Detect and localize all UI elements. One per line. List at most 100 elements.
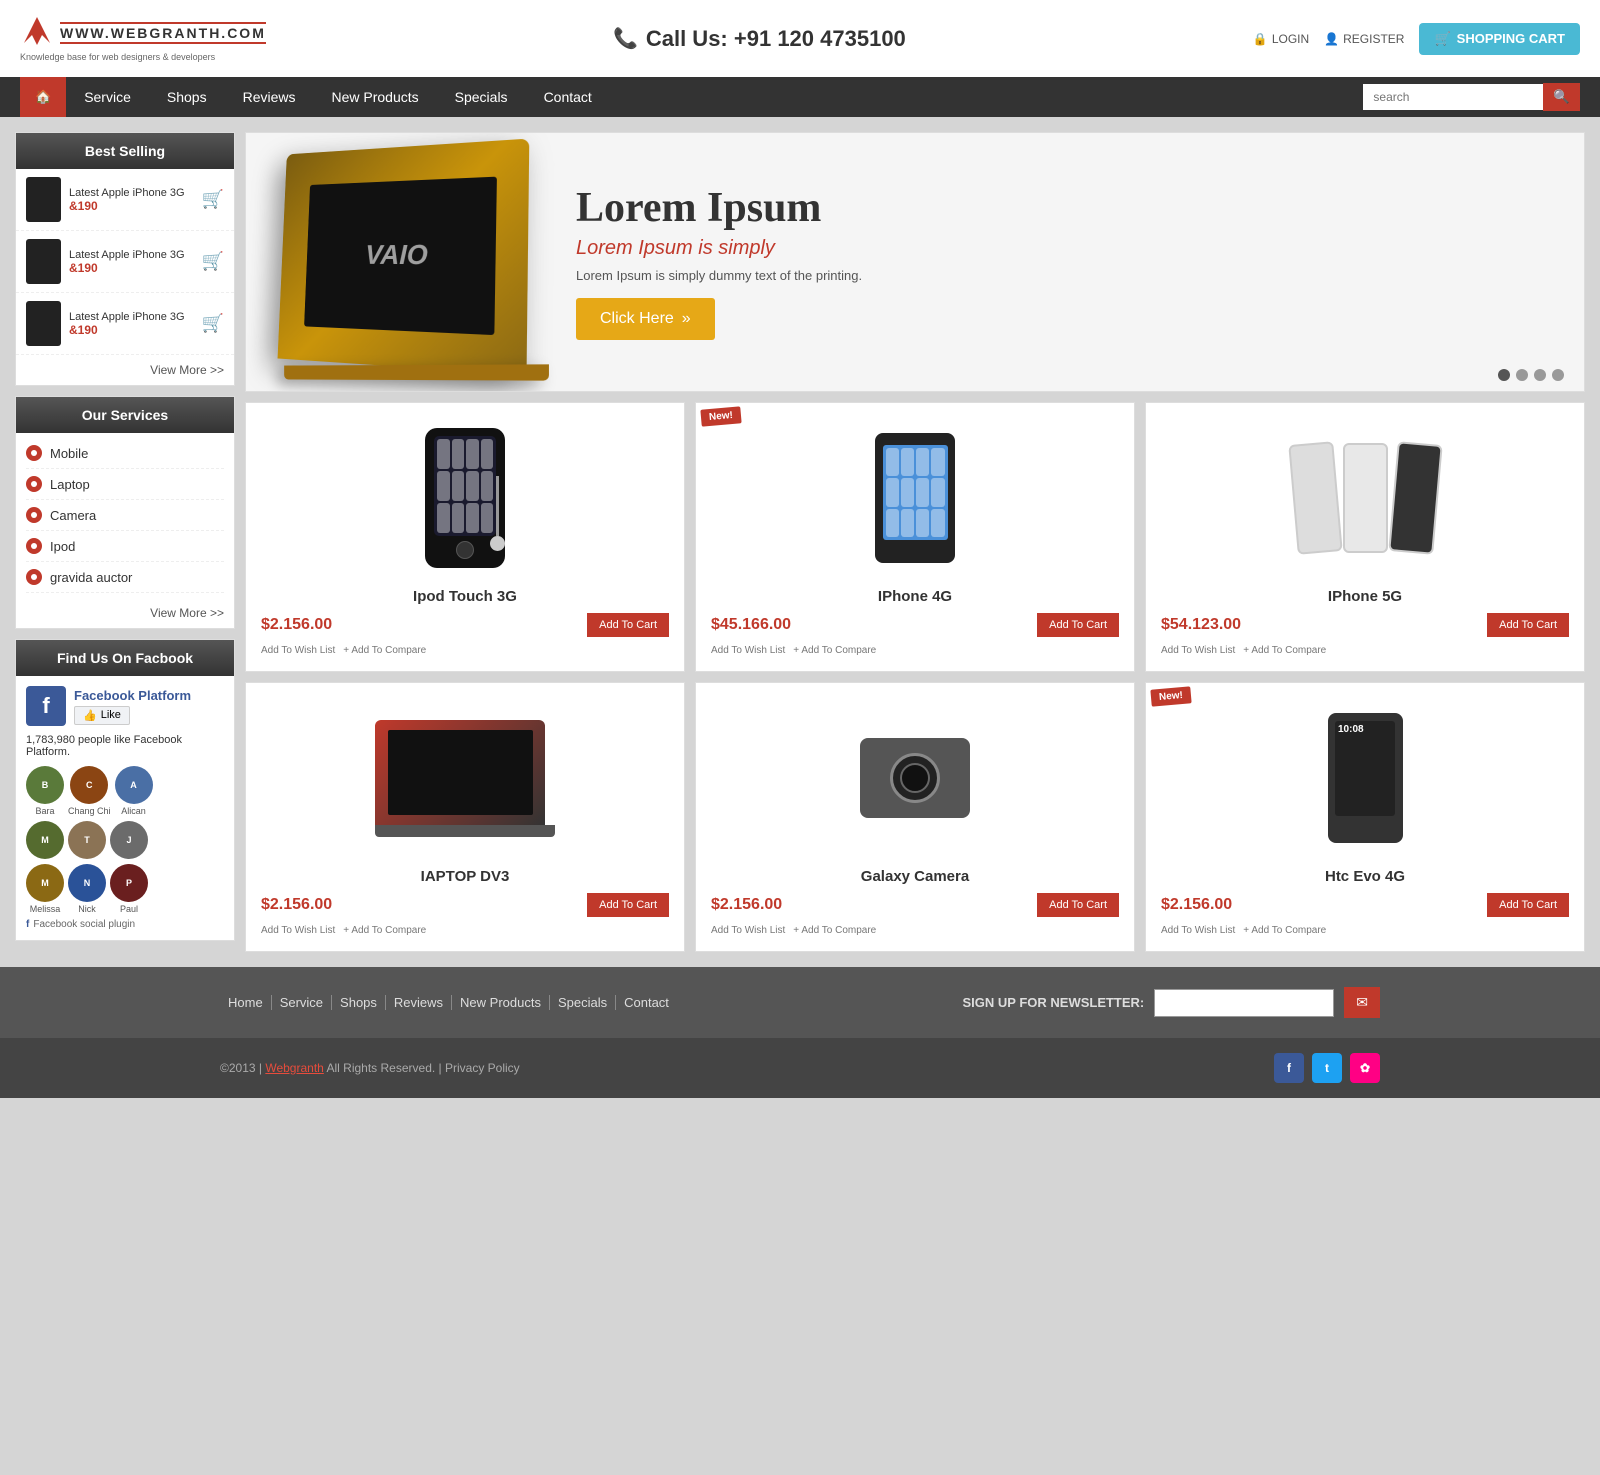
hero-dot-2[interactable] [1516,369,1528,381]
copyright-text: ©2013 | Webgranth All Rights Reserved. |… [220,1061,520,1075]
social-icons: f t ✿ [1274,1053,1380,1083]
home-icon: 🏠 [35,89,51,104]
hero-dot-3[interactable] [1534,369,1546,381]
site-logo[interactable]: WWW.WEBGRANTH.COM Knowledge base for web… [20,15,266,62]
nav-item-shops[interactable]: Shops [149,77,225,117]
wishlist-link[interactable]: Add To Wish List [711,925,785,936]
flickr-social-icon[interactable]: ✿ [1350,1053,1380,1083]
nav-item-new-products[interactable]: New Products [313,77,436,117]
hero-dot-4[interactable] [1552,369,1564,381]
hero-cta-button[interactable]: Click Here » [576,298,715,340]
product-card-laptop: IAPTOP DV3 $2.156.00 Add To Cart Add To … [245,682,685,952]
search-area: 🔍 [1363,83,1580,111]
footer-link-home[interactable]: Home [220,995,272,1010]
product-price-row: $2.156.00 Add To Cart [261,893,669,917]
product-card-iphone5: IPhone 5G $54.123.00 Add To Cart Add To … [1145,402,1585,672]
compare-link[interactable]: + Add To Compare [793,925,876,936]
add-to-cart-button[interactable]: Add To Cart [1037,613,1119,637]
login-link[interactable]: 🔒 LOGIN [1253,32,1309,46]
service-item-gravida[interactable]: gravida auctor [26,562,224,593]
sidebar: Best Selling Latest Apple iPhone 3G &190… [15,132,235,952]
product-image-laptop [261,698,669,858]
add-to-cart-button[interactable]: Add To Cart [1037,893,1119,917]
nav-item-contact[interactable]: Contact [526,77,610,117]
product-price-row: $2.156.00 Add To Cart [711,893,1119,917]
compare-link[interactable]: + Add To Compare [793,645,876,656]
register-link[interactable]: 👤 REGISTER [1324,32,1404,46]
wishlist-link[interactable]: Add To Wish List [1161,645,1235,656]
wishlist-link[interactable]: Add To Wish List [1161,925,1235,936]
add-to-cart-icon[interactable]: 🛒 [202,313,224,334]
fb-avatars-row3: M Melissa N Nick P Paul [26,864,224,914]
nav-home-button[interactable]: 🏠 [20,77,66,117]
product-info: Latest Apple iPhone 3G &190 [69,187,194,213]
product-card-iphone4: New! IPhone 4G $45.166.00 Add To Cart [695,402,1135,672]
compare-link[interactable]: + Add To Compare [1243,645,1326,656]
nav-item-specials[interactable]: Specials [437,77,526,117]
product-image-htc: 10:08 [1161,698,1569,858]
fb-plugin-label: f Facebook social plugin [26,919,224,930]
wishlist-link[interactable]: Add To Wish List [261,925,335,936]
new-product-badge: New! [1150,686,1191,706]
facebook-box: f Facebook Platform 👍 Like 1,783,980 peo… [16,676,234,940]
footer-link-service[interactable]: Service [272,995,332,1010]
footer-link-new-products[interactable]: New Products [452,995,550,1010]
iphone5-visual [1293,443,1438,553]
add-to-cart-button[interactable]: Add To Cart [587,893,669,917]
product-actions: Add To Wish List + Add To Compare [261,645,669,656]
search-button[interactable]: 🔍 [1543,83,1580,111]
thumbs-up-icon: 👍 [83,709,97,722]
footer-link-contact[interactable]: Contact [616,995,677,1010]
compare-link[interactable]: + Add To Compare [1243,925,1326,936]
product-name: Latest Apple iPhone 3G [69,249,194,261]
product-title: Ipod Touch 3G [261,588,669,605]
add-to-cart-button[interactable]: Add To Cart [587,613,669,637]
facebook-social-icon[interactable]: f [1274,1053,1304,1083]
service-item-camera[interactable]: Camera [26,500,224,531]
earbuds-visual [490,476,505,551]
best-selling-title: Best Selling [16,133,234,169]
brand-link[interactable]: Webgranth [265,1061,323,1075]
product-actions: Add To Wish List + Add To Compare [1161,925,1569,936]
compare-link[interactable]: + Add To Compare [343,645,426,656]
nav-item-reviews[interactable]: Reviews [225,77,314,117]
products-grid: Ipod Touch 3G $2.156.00 Add To Cart Add … [245,402,1585,952]
best-selling-item: Latest Apple iPhone 3G &190 🛒 [16,231,234,293]
service-bullet-icon [26,445,42,461]
wishlist-link[interactable]: Add To Wish List [261,645,335,656]
hero-image-area: VAIO [246,132,556,392]
best-selling-panel: Best Selling Latest Apple iPhone 3G &190… [15,132,235,386]
services-view-more[interactable]: View More >> [16,598,234,628]
service-item-mobile[interactable]: Mobile [26,438,224,469]
add-to-cart-button[interactable]: Add To Cart [1487,893,1569,917]
camera-lens [890,753,940,803]
newsletter-submit-button[interactable]: ✉ [1344,987,1380,1018]
fb-icon-small: f [26,919,29,930]
compare-link[interactable]: + Add To Compare [343,925,426,936]
twitter-social-icon[interactable]: t [1312,1053,1342,1083]
footer-link-reviews[interactable]: Reviews [386,995,452,1010]
fb-like-button[interactable]: 👍 Like [74,706,130,725]
service-item-ipod[interactable]: Ipod [26,531,224,562]
newsletter-input[interactable] [1154,989,1334,1017]
lock-icon: 🔒 [1253,32,1268,46]
footer-top: Home Service Shops Reviews New Products … [0,967,1600,1038]
product-price: &190 [69,323,194,337]
product-price: $2.156.00 [711,896,782,914]
nav-item-service[interactable]: Service [66,77,149,117]
wishlist-link[interactable]: Add To Wish List [711,645,785,656]
add-to-cart-icon[interactable]: 🛒 [202,189,224,210]
service-list: Mobile Laptop Camera Ipod gravida auctor [16,433,234,598]
best-selling-view-more[interactable]: View More >> [16,355,234,385]
cart-button[interactable]: 🛒 SHOPPING CART [1419,23,1580,55]
content-area: VAIO Lorem Ipsum Lorem Ipsum is simply L… [245,132,1585,952]
add-to-cart-icon[interactable]: 🛒 [202,251,224,272]
add-to-cart-button[interactable]: Add To Cart [1487,613,1569,637]
camera-visual [860,738,970,818]
search-input[interactable] [1363,84,1543,110]
ipod-screen [434,436,496,536]
service-item-laptop[interactable]: Laptop [26,469,224,500]
hero-dot-1[interactable] [1498,369,1510,381]
footer-link-shops[interactable]: Shops [332,995,386,1010]
footer-link-specials[interactable]: Specials [550,995,616,1010]
